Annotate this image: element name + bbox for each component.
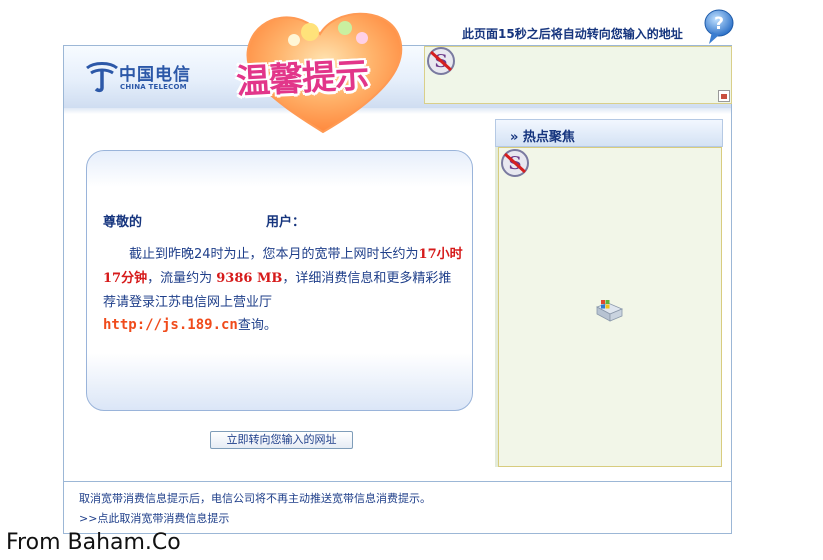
usage-traffic: 9386 MB <box>216 271 283 286</box>
usage-message: 截止到昨晚24时为止，您本月的宽带上网时长约为17小时 17分钟，流量约为 93… <box>103 243 463 315</box>
url-suffix: 查询。 <box>237 318 277 333</box>
footer-divider <box>64 481 731 482</box>
image-icon <box>718 90 730 102</box>
cancel-notice-link[interactable]: >>点此取消宽带消费信息提示 <box>79 510 229 526</box>
top-ad-frame <box>424 46 732 104</box>
watermark-text: From Baham.Co <box>6 530 181 555</box>
help-icon: ? <box>704 9 734 44</box>
redirect-now-button[interactable]: 立即转向您输入的网址 <box>210 431 353 449</box>
message-text-prefix: 截止到昨晚24时为止，您本月的宽带上网时长约为 <box>129 247 419 262</box>
sidebar-title: » 热点聚焦 <box>510 130 575 145</box>
footer-notice: 取消宽带消费信息提示后，电信公司将不再主动推送宽带信息消费提示。 <box>79 492 431 505</box>
url-line: http://js.189.cn查询。 <box>103 314 277 333</box>
user-label: 用户： <box>266 215 306 230</box>
message-text-mid: ，流量约为 <box>147 271 213 286</box>
no-ads-icon: S <box>501 149 529 177</box>
svg-text:?: ? <box>714 14 724 34</box>
banner-title: 温馨提示 <box>235 55 370 103</box>
redirect-countdown-notice: 此页面15秒之后将自动转向您输入的地址 <box>462 27 683 41</box>
service-hall-link[interactable]: http://js.189.cn <box>103 317 238 333</box>
logo-english-name: CHINA TELECOM <box>120 83 187 91</box>
windows-icon <box>596 300 624 322</box>
logo-chinese-name: 中国电信 <box>119 65 191 85</box>
greeting-label: 尊敬的 <box>103 215 143 230</box>
no-ads-icon: S <box>427 47 455 75</box>
